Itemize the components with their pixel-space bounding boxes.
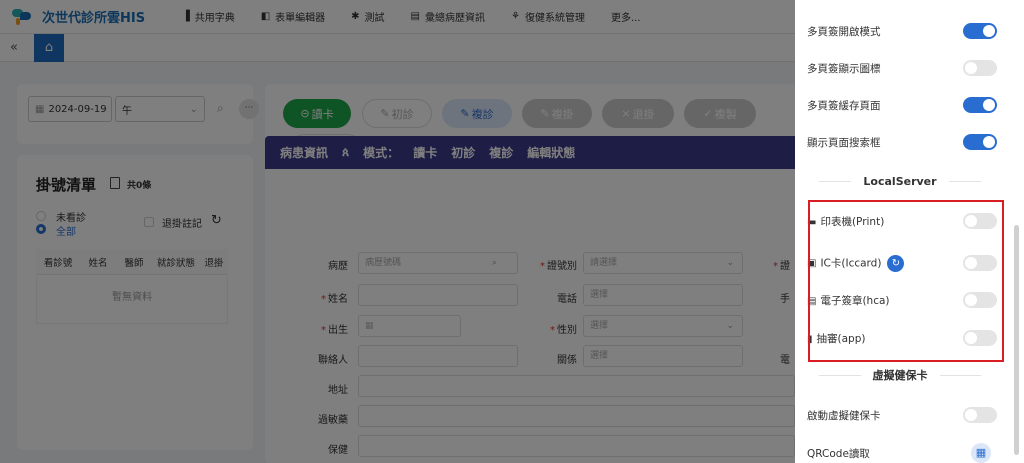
setting-row-3: 顯示頁面搜索框 — [807, 132, 997, 152]
setting-row-3-toggle[interactable] — [963, 134, 997, 150]
setting-row-2-label: 多頁簽緩存頁面 — [807, 99, 881, 112]
localserver-highlight — [808, 200, 1004, 362]
virtual-card-enable-row-text: 啟動虛擬健保卡 — [807, 408, 881, 423]
setting-row-3-label: 顯示頁面搜索框 — [807, 136, 881, 149]
setting-row-1-toggle[interactable] — [963, 60, 997, 76]
qrcode-icon[interactable]: ▦ — [971, 443, 991, 463]
virtual-card-enable-row: 啟動虛擬健保卡 — [807, 405, 997, 425]
setting-row-0-label: 多頁簽開啟模式 — [807, 25, 881, 38]
setting-row-2: 多頁簽緩存頁面 — [807, 95, 997, 115]
virtual-card-section-title: 虛擬健保卡 — [807, 367, 993, 383]
setting-row-0-toggle[interactable] — [963, 23, 997, 39]
setting-row-2-toggle[interactable] — [963, 97, 997, 113]
setting-row-0-text: 多頁簽開啟模式 — [807, 24, 881, 39]
virtual-card-enable-row-label: 啟動虛擬健保卡 — [807, 409, 881, 422]
qrcode-row: QRCode讀取 ▦ — [807, 443, 997, 463]
setting-row-1: 多頁簽顯示圖標 — [807, 58, 997, 78]
qrcode-label: QRCode讀取 — [807, 447, 870, 460]
localserver-section-title: LocalServer — [807, 173, 993, 189]
setting-row-0: 多頁簽開啟模式 — [807, 21, 997, 41]
virtual-card-enable-row-toggle[interactable] — [963, 407, 997, 423]
setting-row-2-text: 多頁簽緩存頁面 — [807, 98, 881, 113]
modal-overlay[interactable] — [0, 0, 795, 463]
drawer-scrollbar[interactable] — [1014, 225, 1019, 455]
setting-row-1-label: 多頁簽顯示圖標 — [807, 62, 881, 75]
setting-row-1-text: 多頁簽顯示圖標 — [807, 61, 881, 76]
setting-row-3-text: 顯示頁面搜索框 — [807, 135, 881, 150]
